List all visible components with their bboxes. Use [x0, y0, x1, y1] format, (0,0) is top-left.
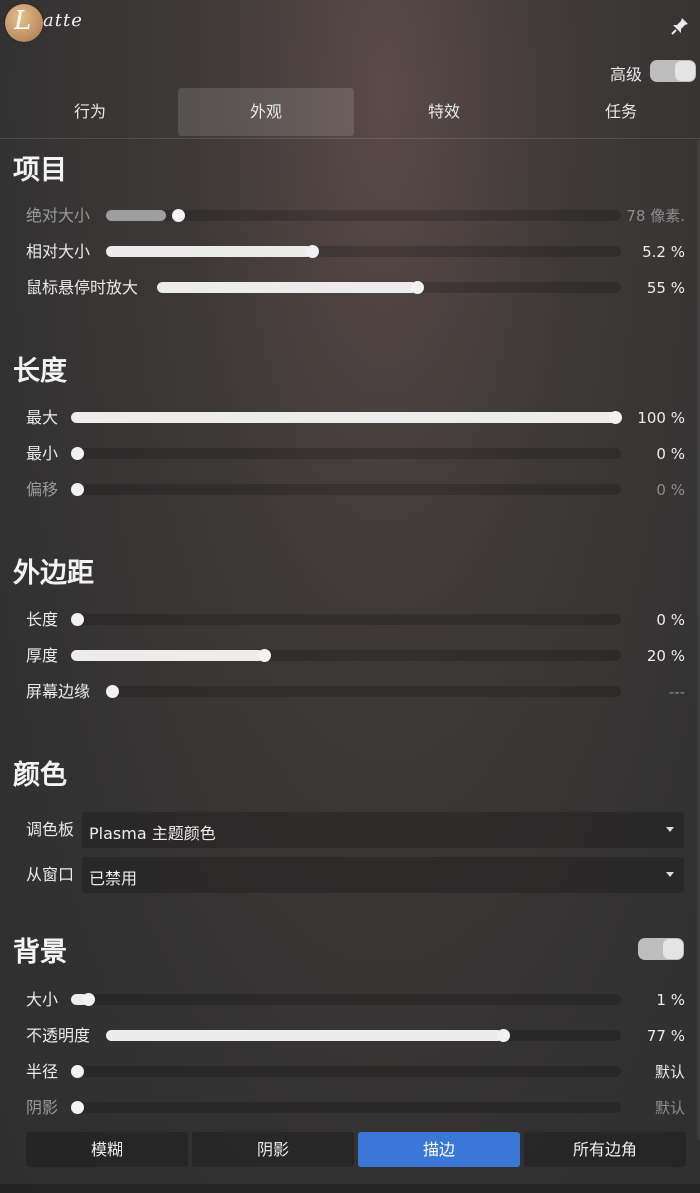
slider-screen-edge[interactable]: [106, 685, 621, 698]
label-min-length: 最小: [26, 444, 59, 463]
slider-handle[interactable]: [497, 1029, 510, 1042]
slider-min-length[interactable]: [71, 447, 621, 460]
label-relative-size: 相对大小: [26, 242, 91, 261]
tab-effects[interactable]: 特效: [356, 88, 532, 136]
label-from-window: 从窗口: [26, 865, 75, 884]
slider-max-length[interactable]: [71, 411, 622, 424]
label-offset: 偏移: [26, 480, 59, 499]
label-screen-edge: 屏幕边缘: [26, 682, 91, 701]
slider-fill: [71, 412, 621, 423]
slider-margin-length[interactable]: [71, 613, 621, 626]
slider-radius[interactable]: [71, 1065, 621, 1078]
value-min-length: 0 %: [656, 445, 685, 463]
slider-fill: [71, 650, 264, 661]
tab-appearance[interactable]: 外观: [178, 88, 354, 136]
pin-icon[interactable]: [670, 16, 690, 36]
tab-behavior[interactable]: 行为: [2, 88, 178, 136]
slider-relative-size[interactable]: [106, 245, 621, 258]
value-absolute-size: 78 像素.: [626, 207, 685, 225]
value-radius: 默认: [654, 1063, 685, 1081]
value-screen-edge: ---: [668, 683, 685, 701]
slider-handle[interactable]: [71, 1065, 84, 1078]
tab-bar: 行为 外观 特效 任务: [0, 88, 700, 138]
section-title-colors: 颜色: [13, 760, 67, 791]
label-opacity: 不透明度: [26, 1026, 91, 1045]
palette-value: Plasma 主题颜色: [89, 824, 216, 843]
latte-logo-icon: L: [5, 4, 43, 42]
value-thickness: 20 %: [646, 647, 685, 665]
slider-fill: [106, 210, 166, 221]
slider-absolute-size[interactable]: [106, 209, 621, 222]
slider-handle[interactable]: [411, 281, 424, 294]
slider-thickness[interactable]: [71, 649, 621, 662]
label-max-length: 最大: [26, 408, 59, 427]
slider-handle[interactable]: [71, 447, 84, 460]
all-corners-button[interactable]: 所有边角: [524, 1132, 686, 1167]
value-shadow: 默认: [654, 1099, 685, 1117]
from-window-dropdown[interactable]: 已禁用: [82, 857, 684, 893]
slider-handle[interactable]: [82, 993, 95, 1006]
logo-letter: L: [14, 6, 32, 36]
label-shadow: 阴影: [26, 1098, 59, 1117]
palette-dropdown[interactable]: Plasma 主题颜色: [82, 812, 684, 848]
tab-tasks[interactable]: 任务: [533, 88, 700, 136]
slider-fill: [157, 282, 417, 293]
label-thickness: 厚度: [26, 646, 59, 665]
value-max-length: 100 %: [637, 409, 685, 427]
label-zoom-on-hover: 鼠标悬停时放大: [26, 278, 139, 297]
section-title-background: 背景: [13, 937, 67, 968]
value-margin-length: 0 %: [656, 611, 685, 629]
value-offset: 0 %: [656, 481, 685, 499]
slider-handle[interactable]: [71, 613, 84, 626]
bottom-strip: [0, 1184, 700, 1193]
slider-offset[interactable]: [71, 483, 621, 496]
label-radius: 半径: [26, 1062, 59, 1081]
slider-zoom-on-hover[interactable]: [157, 281, 621, 294]
shadow-button[interactable]: 阴影: [192, 1132, 354, 1167]
label-absolute-size: 绝对大小: [26, 206, 91, 225]
label-margin-length: 长度: [26, 610, 59, 629]
section-title-length: 长度: [13, 356, 67, 387]
section-title-margins: 外边距: [13, 558, 94, 589]
value-bg-size: 1 %: [656, 991, 685, 1009]
slider-shadow[interactable]: [71, 1101, 621, 1114]
tab-divider: [0, 138, 700, 139]
slider-handle[interactable]: [306, 245, 319, 258]
slider-bg-size[interactable]: [71, 993, 621, 1006]
slider-handle[interactable]: [106, 685, 119, 698]
slider-fill: [106, 246, 312, 257]
slider-handle[interactable]: [71, 483, 84, 496]
slider-fill: [106, 1030, 503, 1041]
advanced-label: 高级: [610, 65, 643, 84]
advanced-toggle[interactable]: [650, 60, 696, 82]
background-effects-buttons: 模糊 阴影 描边 所有边角: [26, 1132, 686, 1168]
slider-handle[interactable]: [172, 209, 185, 222]
slider-handle[interactable]: [258, 649, 271, 662]
slider-opacity[interactable]: [106, 1029, 621, 1042]
background-toggle[interactable]: [638, 938, 684, 960]
section-title-items: 项目: [13, 155, 67, 186]
outline-button[interactable]: 描边: [358, 1132, 520, 1167]
label-palette: 调色板: [26, 820, 75, 839]
slider-handle[interactable]: [609, 411, 622, 424]
value-relative-size: 5.2 %: [642, 243, 685, 261]
value-zoom-on-hover: 55 %: [646, 279, 685, 297]
from-window-value: 已禁用: [89, 869, 138, 888]
slider-handle[interactable]: [71, 1101, 84, 1114]
logo-text: atte: [43, 10, 83, 31]
chevron-down-icon: [666, 872, 674, 877]
value-opacity: 77 %: [646, 1027, 685, 1045]
chevron-down-icon: [666, 827, 674, 832]
blur-button[interactable]: 模糊: [26, 1132, 188, 1167]
label-bg-size: 大小: [26, 990, 59, 1009]
